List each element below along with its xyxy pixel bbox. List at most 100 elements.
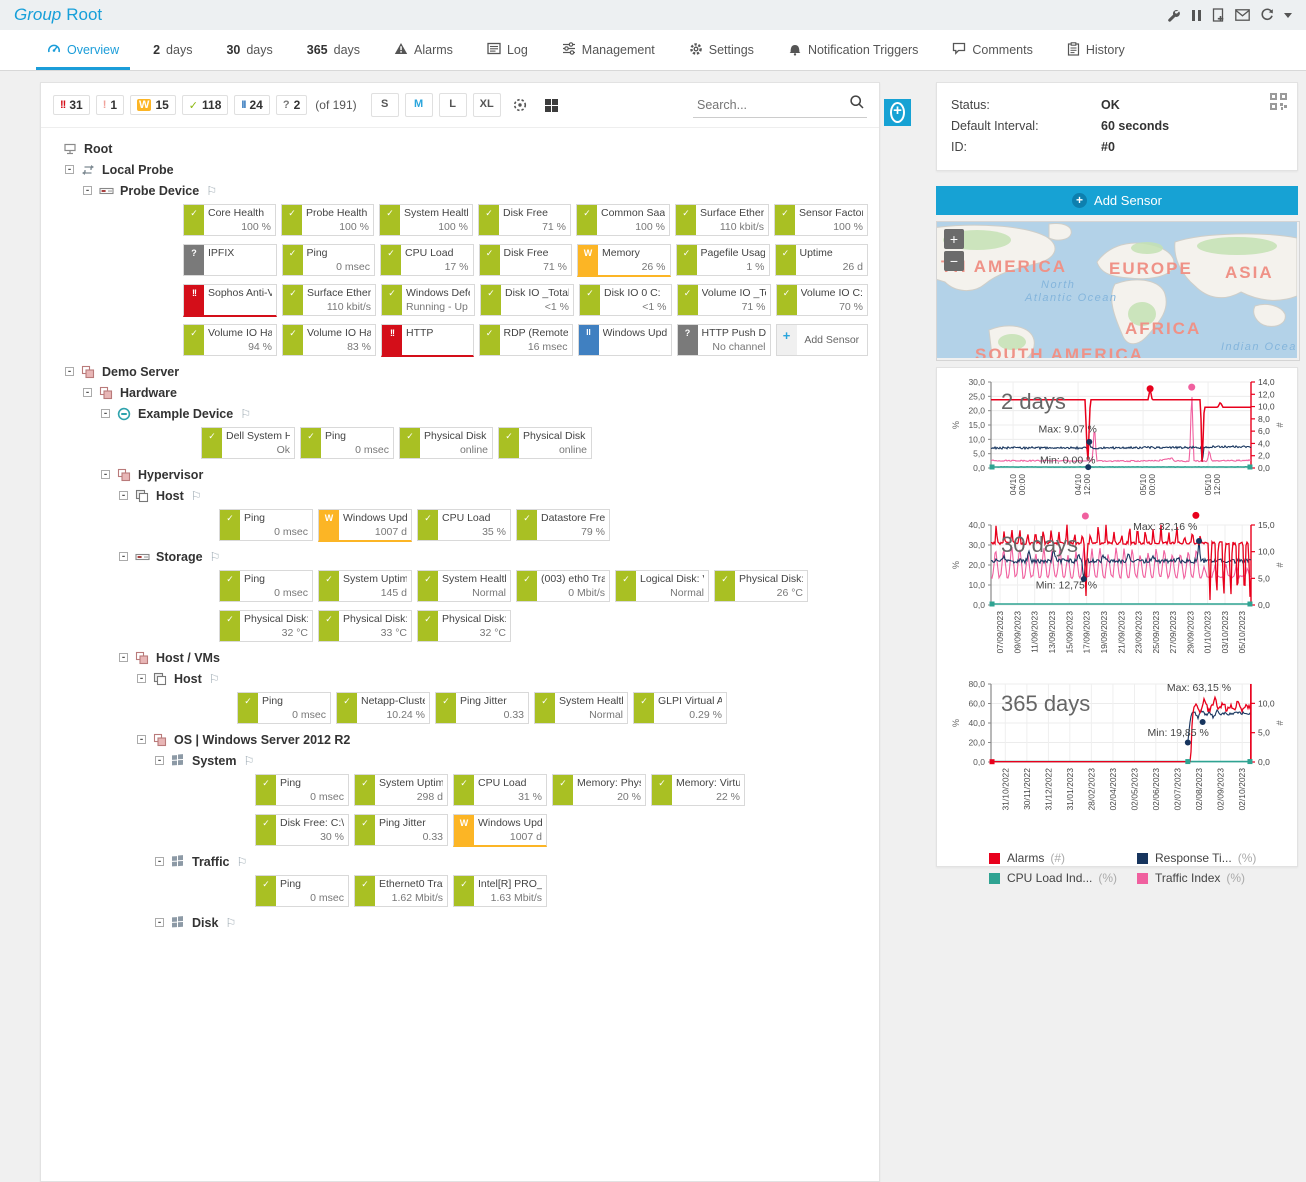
add-object-floating-button[interactable]: +: [884, 99, 911, 126]
priority-flag-icon[interactable]: ⚐: [225, 916, 236, 930]
sensor-tile[interactable]: ✓Ping Jitter0.33: [435, 692, 529, 724]
map-zoom-out-button[interactable]: −: [944, 251, 964, 271]
tab-history[interactable]: History: [1050, 30, 1142, 70]
sensor-tile[interactable]: WWindows Upda...1007 d: [318, 509, 412, 542]
wrench-icon[interactable]: [1166, 8, 1181, 23]
collapse-toggle[interactable]: -: [83, 388, 92, 397]
status-filter-warn[interactable]: W15: [130, 95, 176, 115]
tree-node-label[interactable]: Probe Device: [120, 184, 199, 198]
sensor-tile[interactable]: ✓Volume IO C:70 %: [776, 284, 869, 316]
legend-item-alarms[interactable]: Alarms(#): [989, 851, 1129, 865]
tree-node-label[interactable]: OS | Windows Server 2012 R2: [174, 733, 350, 747]
priority-flag-icon[interactable]: ⚐: [191, 489, 202, 503]
sensor-tile[interactable]: !!Sophos Anti-Vi...: [183, 284, 277, 317]
tree-node-label[interactable]: Host / VMs: [156, 651, 220, 665]
sensor-tile[interactable]: ✓Disk Free71 %: [479, 244, 573, 276]
tree-display-settings-icon[interactable]: [507, 94, 533, 116]
tree-node-label[interactable]: Hardware: [120, 386, 177, 400]
sensor-tile[interactable]: ✓Physical Disk: ...26 °C: [714, 570, 808, 602]
qr-code-icon[interactable]: [1270, 93, 1287, 110]
sensor-tile[interactable]: ✓System Health100 %: [379, 204, 473, 236]
sensor-tile[interactable]: !!HTTP: [381, 324, 474, 357]
sensor-tile[interactable]: ✓Probe Health100 %: [281, 204, 374, 236]
collapse-toggle[interactable]: -: [155, 918, 164, 927]
page-add-icon[interactable]: [1212, 8, 1225, 22]
graph-block-365days[interactable]: 0,020,040,060,080,031/10/202230/11/20223…: [949, 678, 1285, 841]
sensor-tile[interactable]: ✓Physical Disk 0...online: [498, 427, 592, 459]
sensor-tile[interactable]: WMemory26 %: [577, 244, 671, 277]
sensor-tile[interactable]: ✓Ethernet0 Traffic1.62 Mbit/s: [354, 875, 448, 907]
graph-block-30days[interactable]: 0,010,020,030,040,007/09/202309/09/20231…: [949, 519, 1285, 676]
sensor-tile[interactable]: ✓Disk IO _Total<1 %: [480, 284, 574, 316]
tab-management[interactable]: Management: [545, 30, 672, 70]
sensor-tile[interactable]: ✓Physical Disk: ...33 °C: [318, 610, 412, 642]
priority-flag-icon[interactable]: ⚐: [206, 184, 217, 198]
sensor-tile[interactable]: ✓Disk Free: C:\30 %: [255, 814, 349, 846]
tab-alarms[interactable]: Alarms: [377, 30, 470, 70]
status-filter-downack[interactable]: !1: [96, 95, 124, 115]
sensor-tile[interactable]: ✓Pagefile Usage1 %: [676, 244, 770, 276]
refresh-icon[interactable]: [1260, 8, 1274, 22]
sensor-tile[interactable]: WWindows Upda...1007 d: [453, 814, 547, 847]
tree-node-label[interactable]: Host: [174, 672, 202, 686]
sensor-tile[interactable]: ✓Windows Defe...Running - Up to D...: [381, 284, 475, 316]
sensor-tile[interactable]: ✓GLPI Virtual A...0.29 %: [633, 692, 727, 724]
tree-node-label[interactable]: Root: [84, 142, 112, 156]
sensor-tile[interactable]: ✓Intel[R] PRO_1...1.63 Mbit/s: [453, 875, 547, 907]
collapse-toggle[interactable]: -: [137, 735, 146, 744]
sensor-tile[interactable]: ✓Common SaaS...100 %: [576, 204, 670, 236]
tab-overview[interactable]: Overview: [30, 30, 136, 70]
tab-log[interactable]: Log: [470, 30, 545, 70]
sensor-tile[interactable]: ✓Sensor Factory100 %: [774, 204, 868, 236]
sensor-tile[interactable]: ?HTTP Push Da...No channel: [677, 324, 771, 356]
collapse-toggle[interactable]: -: [119, 552, 128, 561]
status-filter-paused[interactable]: II24: [234, 95, 269, 115]
sensor-tile[interactable]: ✓Surface Ethern...110 kbit/s: [675, 204, 769, 236]
tree-node-label[interactable]: Demo Server: [102, 365, 179, 379]
envelope-icon[interactable]: [1235, 9, 1250, 21]
collapse-toggle[interactable]: -: [101, 470, 110, 479]
add-sensor-button[interactable]: + Add Sensor: [936, 186, 1298, 215]
sensor-tile[interactable]: ✓(003) eth0 Traf...0 Mbit/s: [516, 570, 610, 602]
tab-settings[interactable]: Settings: [672, 30, 771, 70]
collapse-toggle[interactable]: -: [155, 756, 164, 765]
collapse-toggle[interactable]: -: [65, 367, 74, 376]
sensor-tile[interactable]: ✓Volume IO Har...94 %: [183, 324, 277, 356]
legend-item-response-ti-[interactable]: Response Ti...(%): [1137, 851, 1277, 865]
sensor-tile[interactable]: ✓Volume IO Har...83 %: [282, 324, 376, 356]
collapse-toggle[interactable]: -: [119, 491, 128, 500]
tree-node-label[interactable]: Traffic: [192, 855, 230, 869]
tab-notification-triggers[interactable]: Notification Triggers: [771, 30, 935, 70]
pause-icon[interactable]: [1191, 9, 1202, 22]
sensor-tile[interactable]: ✓Physical Disk 0...online: [399, 427, 493, 459]
sensor-tile[interactable]: ✓Volume IO _To...71 %: [677, 284, 771, 316]
map-zoom-in-button[interactable]: +: [944, 229, 964, 249]
sensor-tile[interactable]: ✓Dell System He...Ok: [201, 427, 295, 459]
geo-map[interactable]: TH AMERICAEUROPEASIAAFRICASOUTH AMERICAN…: [936, 221, 1300, 361]
legend-item-cpu-load-ind-[interactable]: CPU Load Ind...(%): [989, 871, 1129, 885]
collapse-toggle[interactable]: -: [155, 857, 164, 866]
sensor-tile[interactable]: ✓System Uptime145 d: [318, 570, 412, 602]
graph-365days[interactable]: 0,020,040,060,080,031/10/202230/11/20223…: [949, 678, 1285, 836]
tree-node-label[interactable]: Host: [156, 489, 184, 503]
sensor-tile[interactable]: ?IPFIX: [183, 244, 277, 276]
sensor-tile[interactable]: ✓CPU Load31 %: [453, 774, 547, 806]
sensor-tile[interactable]: ✓Ping0 msec: [219, 509, 313, 541]
tree-node-label[interactable]: System: [192, 754, 236, 768]
collapse-toggle[interactable]: -: [137, 674, 146, 683]
sensor-tile[interactable]: ✓Core Health100 %: [183, 204, 276, 236]
sensor-tile[interactable]: ✓Datastore Free...79 %: [516, 509, 610, 541]
graph-block-2days[interactable]: 0,05,010,015,020,025,030,004/1000:0004/1…: [949, 376, 1285, 517]
add-sensor-tile[interactable]: +Add Sensor: [776, 324, 869, 356]
sensor-tile[interactable]: ✓RDP (Remote ...16 msec: [479, 324, 573, 356]
tree-node-label[interactable]: Local Probe: [102, 163, 174, 177]
collapse-toggle[interactable]: -: [119, 653, 128, 662]
tab-days-365[interactable]: 365days: [290, 30, 377, 70]
tile-size-s[interactable]: S: [371, 93, 399, 117]
search-icon[interactable]: [849, 94, 865, 115]
status-filter-up[interactable]: ✓118: [182, 95, 229, 115]
tile-view-grid-icon[interactable]: [539, 94, 565, 116]
tree-node-label[interactable]: Disk: [192, 916, 218, 930]
tab-comments[interactable]: Comments: [935, 30, 1049, 70]
collapse-toggle[interactable]: -: [83, 186, 92, 195]
